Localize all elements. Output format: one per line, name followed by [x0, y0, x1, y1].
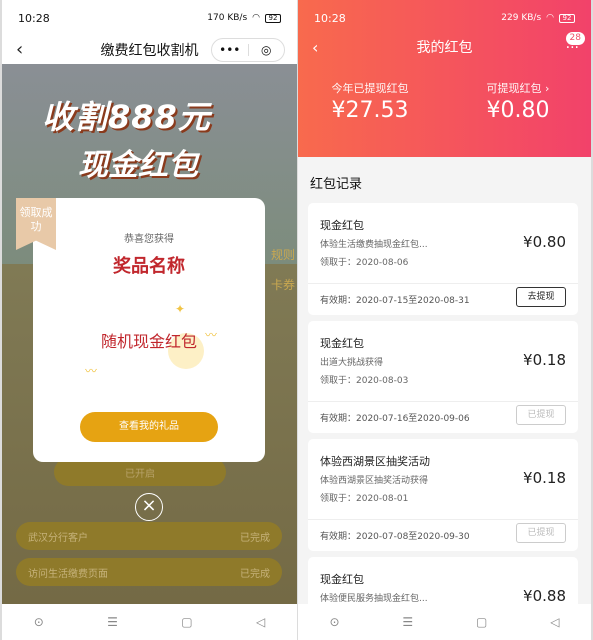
- prize-modal: 领取成功 恭喜您获得 奖品名称 ✦ 〰 〰 随机现金红包 查看我的礼品: [16, 198, 265, 462]
- view-gifts-button[interactable]: 查看我的礼品: [80, 412, 218, 442]
- page-title: 我的红包: [416, 40, 473, 56]
- close-app-icon[interactable]: ◎: [249, 39, 285, 61]
- status-bar: 10:28 229 KB/s ◠ 92: [298, 0, 591, 36]
- left-screen: 10:28 170 KB/s ◠ 92 ‹ 缴费红包收割机 ••• ◎ 收割88…: [2, 0, 297, 640]
- record-validity: 有效期：2020-07-16至2020-09-06: [320, 414, 470, 424]
- task-status: 已完成: [240, 532, 270, 544]
- record-amount: ¥0.18: [523, 469, 566, 487]
- miniapp-capsule: ••• ◎: [211, 38, 285, 62]
- page-title: 缴费红包收割机: [100, 43, 199, 59]
- rules-link[interactable]: 规则: [271, 246, 295, 263]
- home-icon[interactable]: ⊙: [34, 615, 44, 629]
- title-bar: ‹ 缴费红包收割机 ••• ◎: [2, 36, 297, 64]
- prize-description: 随机现金红包: [100, 332, 197, 351]
- net-speed: 170 KB/s: [207, 13, 248, 23]
- title-bar: ‹ 我的红包 ··· 28: [298, 32, 591, 60]
- coupons-link[interactable]: 卡券: [271, 276, 295, 293]
- record-desc: 体验便民服务抽现金红包...: [320, 594, 428, 604]
- menu-icon[interactable]: ☰: [107, 615, 118, 629]
- recents-icon[interactable]: ▢: [181, 615, 192, 629]
- wifi-icon: ◠: [546, 13, 554, 23]
- record-card: 体验西湖景区抽奖活动 体验西湖景区抽奖活动获得 领取于：2020-08-01 ¥0.1…: [308, 439, 578, 551]
- wifi-icon: ◠: [252, 13, 260, 23]
- nav-back-icon[interactable]: ◁: [550, 615, 559, 629]
- section-title: 红包记录: [310, 177, 363, 192]
- battery-icon: 92: [265, 13, 281, 23]
- close-modal-icon[interactable]: ×: [135, 493, 163, 521]
- record-title: 现金红包: [320, 573, 364, 586]
- nav-back-icon[interactable]: ◁: [256, 615, 265, 629]
- record-title: 现金红包: [320, 219, 364, 232]
- status-bar: 10:28 170 KB/s ◠ 92: [2, 0, 297, 36]
- record-title: 现金红包: [320, 337, 364, 350]
- task-row[interactable]: 访问生活缴费页面 已完成: [16, 558, 282, 586]
- record-received: 领取于：2020-08-03: [320, 376, 409, 386]
- record-card: 现金红包体验生活缴费抽现金红包... 领取于：2020-08-06 ¥0.80 有效期…: [308, 203, 578, 315]
- withdraw-button: 已提现: [516, 523, 566, 543]
- right-screen: 10:28 229 KB/s ◠ 92 ‹ 我的红包 ··· 28 今年已提现红…: [298, 0, 591, 640]
- record-received: 领取于：2020-08-06: [320, 258, 409, 268]
- sparkle-icon: 〰: [85, 364, 98, 378]
- prize-name: 奖品名称: [113, 256, 185, 277]
- net-speed: 229 KB/s: [501, 13, 542, 23]
- task-status: 已完成: [240, 568, 270, 580]
- record-received: 领取于：2020-08-01: [320, 494, 409, 504]
- home-icon[interactable]: ⊙: [329, 615, 339, 629]
- record-title: 体验西湖景区抽奖活动: [320, 455, 430, 468]
- status-time: 10:28: [314, 11, 346, 25]
- record-validity: 有效期：2020-07-08至2020-09-30: [320, 532, 470, 542]
- back-icon[interactable]: ‹: [16, 36, 23, 64]
- header: 10:28 229 KB/s ◠ 92 ‹ 我的红包 ··· 28 今年已提现红…: [298, 0, 591, 157]
- back-icon[interactable]: ‹: [312, 36, 318, 60]
- sparkle-icon: ✦: [175, 302, 186, 316]
- task-row[interactable]: 武汉分行客户 已完成: [16, 522, 282, 550]
- opened-button: 已开启: [54, 458, 226, 486]
- record-validity: 有效期：2020-07-15至2020-08-31: [320, 296, 470, 306]
- task-name: 武汉分行客户: [28, 532, 88, 544]
- record-desc: 体验西湖景区抽奖活动获得: [320, 476, 429, 486]
- status-time: 10:28: [18, 11, 50, 25]
- withdraw-button[interactable]: 去提现: [516, 287, 566, 307]
- system-navbar: ⊙ ☰ ▢ ◁: [2, 604, 297, 640]
- system-navbar: ⊙ ☰ ▢ ◁: [298, 604, 591, 640]
- notification-badge: 28: [565, 32, 585, 45]
- banner-title: 收割888元 现金红包: [42, 98, 211, 183]
- record-amount: ¥0.18: [523, 351, 566, 369]
- record-amount: ¥0.88: [523, 587, 566, 605]
- more-icon[interactable]: •••: [212, 39, 248, 61]
- menu-icon[interactable]: ☰: [402, 615, 413, 629]
- record-card: 现金红包出道大挑战获得领取于：2020-08-03 ¥0.18 有效期：2020-0…: [308, 321, 578, 433]
- recents-icon[interactable]: ▢: [476, 615, 487, 629]
- records-area: 红包记录 现金红包 体验生活缴费抽现金红包... 领取于：2020-08-06 ¥0.…: [298, 157, 591, 640]
- available-stat[interactable]: 可提现红包 › ¥0.80: [448, 80, 588, 123]
- congrats-text: 恭喜您获得: [124, 234, 174, 245]
- withdraw-button: 已提现: [516, 405, 566, 425]
- record-amount: ¥0.80: [523, 233, 566, 251]
- record-desc: 出道大挑战获得: [320, 358, 384, 368]
- battery-icon: 92: [559, 13, 575, 23]
- task-name: 访问生活缴费页面: [28, 568, 108, 580]
- record-desc: 体验生活缴费抽现金红包...: [320, 240, 428, 250]
- withdrawn-stat: 今年已提现红包 ¥27.53: [331, 82, 409, 123]
